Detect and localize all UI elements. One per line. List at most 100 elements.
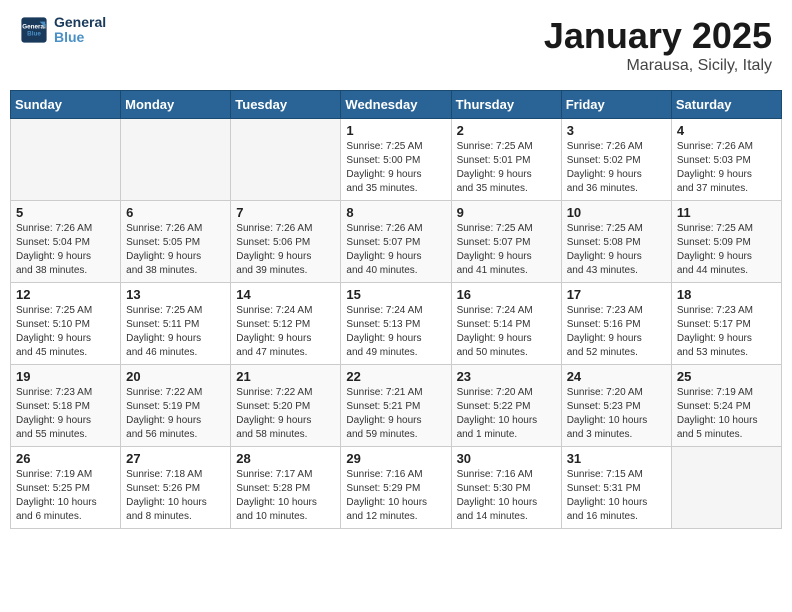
day-cell	[671, 447, 781, 529]
day-cell	[121, 119, 231, 201]
day-cell: 23 Sunrise: 7:20 AM Sunset: 5:22 PM Dayli…	[451, 365, 561, 447]
day-cell: 15 Sunrise: 7:24 AM Sunset: 5:13 PM Dayli…	[341, 283, 451, 365]
day-number: 27	[126, 451, 225, 466]
day-cell: 12 Sunrise: 7:25 AM Sunset: 5:10 PM Dayli…	[11, 283, 121, 365]
day-number: 10	[567, 205, 666, 220]
day-number: 16	[457, 287, 556, 302]
day-number: 22	[346, 369, 445, 384]
day-info: Sunrise: 7:25 AM Sunset: 5:09 PM Dayligh…	[677, 222, 776, 278]
day-info: Sunrise: 7:23 AM Sunset: 5:16 PM Dayligh…	[567, 304, 666, 360]
day-cell: 6 Sunrise: 7:26 AM Sunset: 5:05 PM Daylig…	[121, 201, 231, 283]
month-title: January 2025	[544, 15, 772, 57]
day-cell: 7Sunrise: 7:26 AM Sunset: 5:06 PM Daylig…	[231, 201, 341, 283]
day-info: Sunrise: 7:21 AM Sunset: 5:21 PM Dayligh…	[346, 386, 445, 442]
week-row-4: 19 Sunrise: 7:23 AM Sunset: 5:18 PM Dayli…	[11, 365, 782, 447]
calendar-body: 1Sunrise: 7:25 AM Sunset: 5:00 PM Daylig…	[11, 119, 782, 529]
day-number: 6	[126, 205, 225, 220]
day-cell: 20 Sunrise: 7:22 AM Sunset: 5:19 PM Dayli…	[121, 365, 231, 447]
day-cell: 3Sunrise: 7:26 AM Sunset: 5:02 PM Daylig…	[561, 119, 671, 201]
day-cell: 18 Sunrise: 7:23 AM Sunset: 5:17 PM Dayli…	[671, 283, 781, 365]
day-cell: 9 Sunrise: 7:25 AM Sunset: 5:07 PM Daylig…	[451, 201, 561, 283]
logo-line2: Blue	[54, 30, 106, 45]
logo-line1: General	[54, 15, 106, 30]
day-info: Sunrise: 7:25 AM Sunset: 5:10 PM Dayligh…	[16, 304, 115, 360]
day-cell: 10 Sunrise: 7:25 AM Sunset: 5:08 PM Dayli…	[561, 201, 671, 283]
svg-text:Blue: Blue	[27, 31, 41, 38]
day-number: 28	[236, 451, 335, 466]
logo: General Blue General Blue	[20, 15, 106, 46]
calendar: SundayMondayTuesdayWednesdayThursdayFrid…	[10, 90, 782, 529]
day-number: 9	[457, 205, 556, 220]
day-cell: 11Sunrise: 7:25 AM Sunset: 5:09 PM Dayli…	[671, 201, 781, 283]
day-info: Sunrise: 7:16 AM Sunset: 5:29 PM Dayligh…	[346, 468, 445, 524]
day-cell	[11, 119, 121, 201]
day-cell: 30Sunrise: 7:16 AM Sunset: 5:30 PM Dayli…	[451, 447, 561, 529]
day-cell: 27 Sunrise: 7:18 AM Sunset: 5:26 PM Dayli…	[121, 447, 231, 529]
day-cell: 1Sunrise: 7:25 AM Sunset: 5:00 PM Daylig…	[341, 119, 451, 201]
day-number: 4	[677, 123, 776, 138]
day-info: Sunrise: 7:25 AM Sunset: 5:01 PM Dayligh…	[457, 140, 556, 196]
day-cell: 31 Sunrise: 7:15 AM Sunset: 5:31 PM Dayli…	[561, 447, 671, 529]
day-cell: 25Sunrise: 7:19 AM Sunset: 5:24 PM Dayli…	[671, 365, 781, 447]
weekday-header-thursday: Thursday	[451, 91, 561, 119]
day-number: 26	[16, 451, 115, 466]
day-cell: 16 Sunrise: 7:24 AM Sunset: 5:14 PM Dayli…	[451, 283, 561, 365]
day-info: Sunrise: 7:15 AM Sunset: 5:31 PM Dayligh…	[567, 468, 666, 524]
day-cell: 5 Sunrise: 7:26 AM Sunset: 5:04 PM Daylig…	[11, 201, 121, 283]
day-info: Sunrise: 7:24 AM Sunset: 5:14 PM Dayligh…	[457, 304, 556, 360]
day-info: Sunrise: 7:18 AM Sunset: 5:26 PM Dayligh…	[126, 468, 225, 524]
day-cell: 19 Sunrise: 7:23 AM Sunset: 5:18 PM Dayli…	[11, 365, 121, 447]
day-cell: 17 Sunrise: 7:23 AM Sunset: 5:16 PM Dayli…	[561, 283, 671, 365]
week-row-5: 26Sunrise: 7:19 AM Sunset: 5:25 PM Dayli…	[11, 447, 782, 529]
day-info: Sunrise: 7:26 AM Sunset: 5:04 PM Dayligh…	[16, 222, 115, 278]
day-number: 8	[346, 205, 445, 220]
day-info: Sunrise: 7:26 AM Sunset: 5:02 PM Dayligh…	[567, 140, 666, 196]
day-info: Sunrise: 7:20 AM Sunset: 5:23 PM Dayligh…	[567, 386, 666, 442]
weekday-header-row: SundayMondayTuesdayWednesdayThursdayFrid…	[11, 91, 782, 119]
day-cell: 29 Sunrise: 7:16 AM Sunset: 5:29 PM Dayli…	[341, 447, 451, 529]
day-info: Sunrise: 7:19 AM Sunset: 5:24 PM Dayligh…	[677, 386, 776, 442]
day-number: 12	[16, 287, 115, 302]
logo-icon: General Blue	[20, 16, 48, 44]
day-number: 2	[457, 123, 556, 138]
day-info: Sunrise: 7:24 AM Sunset: 5:13 PM Dayligh…	[346, 304, 445, 360]
day-number: 17	[567, 287, 666, 302]
day-number: 18	[677, 287, 776, 302]
day-number: 7	[236, 205, 335, 220]
weekday-header-tuesday: Tuesday	[231, 91, 341, 119]
day-info: Sunrise: 7:26 AM Sunset: 5:03 PM Dayligh…	[677, 140, 776, 196]
day-number: 29	[346, 451, 445, 466]
day-cell: 14Sunrise: 7:24 AM Sunset: 5:12 PM Dayli…	[231, 283, 341, 365]
day-info: Sunrise: 7:25 AM Sunset: 5:11 PM Dayligh…	[126, 304, 225, 360]
day-cell: 24Sunrise: 7:20 AM Sunset: 5:23 PM Dayli…	[561, 365, 671, 447]
day-info: Sunrise: 7:26 AM Sunset: 5:05 PM Dayligh…	[126, 222, 225, 278]
day-cell: 22 Sunrise: 7:21 AM Sunset: 5:21 PM Dayli…	[341, 365, 451, 447]
day-number: 19	[16, 369, 115, 384]
day-number: 20	[126, 369, 225, 384]
week-row-3: 12 Sunrise: 7:25 AM Sunset: 5:10 PM Dayli…	[11, 283, 782, 365]
day-number: 15	[346, 287, 445, 302]
day-cell: 13Sunrise: 7:25 AM Sunset: 5:11 PM Dayli…	[121, 283, 231, 365]
day-info: Sunrise: 7:20 AM Sunset: 5:22 PM Dayligh…	[457, 386, 556, 442]
day-info: Sunrise: 7:25 AM Sunset: 5:08 PM Dayligh…	[567, 222, 666, 278]
day-number: 5	[16, 205, 115, 220]
weekday-header-sunday: Sunday	[11, 91, 121, 119]
day-number: 1	[346, 123, 445, 138]
day-cell: 4 Sunrise: 7:26 AM Sunset: 5:03 PM Daylig…	[671, 119, 781, 201]
day-info: Sunrise: 7:22 AM Sunset: 5:19 PM Dayligh…	[126, 386, 225, 442]
week-row-1: 1Sunrise: 7:25 AM Sunset: 5:00 PM Daylig…	[11, 119, 782, 201]
day-number: 31	[567, 451, 666, 466]
day-number: 30	[457, 451, 556, 466]
day-cell: 28 Sunrise: 7:17 AM Sunset: 5:28 PM Dayli…	[231, 447, 341, 529]
day-info: Sunrise: 7:26 AM Sunset: 5:07 PM Dayligh…	[346, 222, 445, 278]
day-info: Sunrise: 7:17 AM Sunset: 5:28 PM Dayligh…	[236, 468, 335, 524]
day-info: Sunrise: 7:23 AM Sunset: 5:17 PM Dayligh…	[677, 304, 776, 360]
day-number: 23	[457, 369, 556, 384]
day-info: Sunrise: 7:25 AM Sunset: 5:07 PM Dayligh…	[457, 222, 556, 278]
day-number: 21	[236, 369, 335, 384]
week-row-2: 5 Sunrise: 7:26 AM Sunset: 5:04 PM Daylig…	[11, 201, 782, 283]
day-cell: 21Sunrise: 7:22 AM Sunset: 5:20 PM Dayli…	[231, 365, 341, 447]
day-info: Sunrise: 7:23 AM Sunset: 5:18 PM Dayligh…	[16, 386, 115, 442]
weekday-header-monday: Monday	[121, 91, 231, 119]
day-cell: 8 Sunrise: 7:26 AM Sunset: 5:07 PM Daylig…	[341, 201, 451, 283]
